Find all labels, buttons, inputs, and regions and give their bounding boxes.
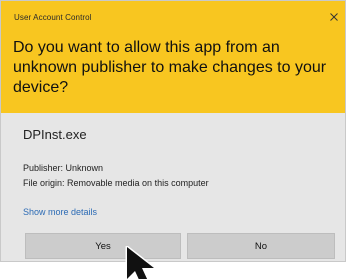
prompt-question: Do you want to allow this app from an un… bbox=[13, 39, 327, 96]
close-icon bbox=[330, 13, 338, 21]
app-name: DPInst.exe bbox=[23, 127, 87, 142]
show-more-details-link[interactable]: Show more details bbox=[23, 207, 97, 217]
file-origin-text: File origin: Removable media on this com… bbox=[23, 178, 209, 188]
dialog-header: User Account Control Do you want to allo… bbox=[1, 1, 345, 113]
publisher-text: Publisher: Unknown bbox=[23, 163, 104, 173]
screen: User Account Control Do you want to allo… bbox=[0, 0, 352, 279]
close-button[interactable] bbox=[325, 9, 343, 25]
uac-dialog: User Account Control Do you want to allo… bbox=[0, 0, 346, 262]
window-title: User Account Control bbox=[14, 13, 92, 22]
no-button[interactable]: No bbox=[187, 233, 335, 259]
yes-button[interactable]: Yes bbox=[25, 233, 181, 259]
